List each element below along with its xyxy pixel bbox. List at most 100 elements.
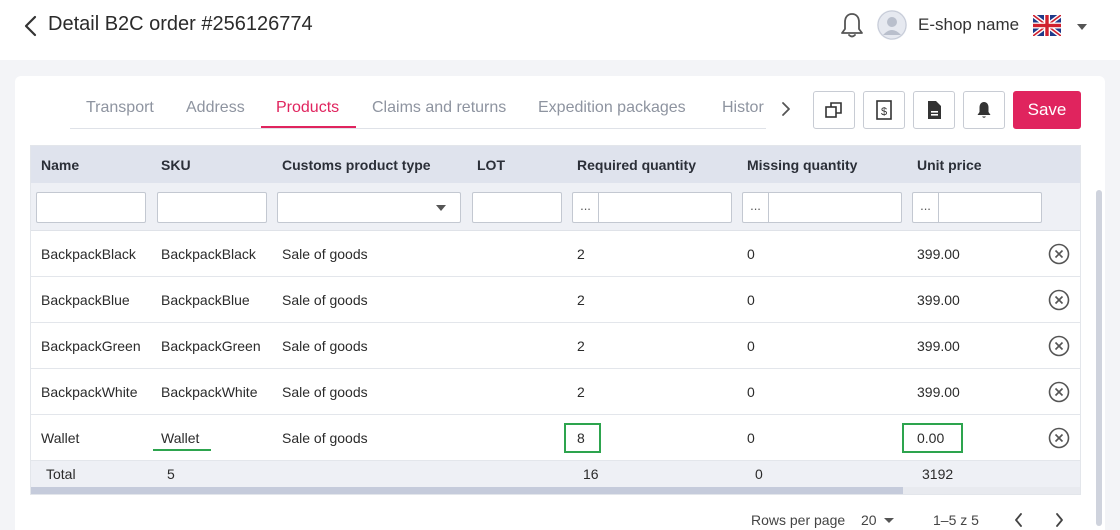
remove-row-icon[interactable] xyxy=(1048,381,1070,403)
cell-name: BackpackBlue xyxy=(41,292,130,308)
table-row: BackpackBlack BackpackBlack Sale of good… xyxy=(31,231,1080,277)
page-title: Detail B2C order #256126774 xyxy=(48,13,313,35)
tab-products[interactable]: Products xyxy=(276,99,339,117)
language-dropdown-chevron-icon[interactable] xyxy=(1077,24,1087,30)
chevron-down-icon xyxy=(436,205,446,211)
active-tab-indicator xyxy=(261,126,356,128)
filter-operator-button[interactable]: ... xyxy=(913,193,939,222)
cell-unit-price[interactable]: 399.00 xyxy=(917,384,960,400)
cell-sku: BackpackWhite xyxy=(161,384,258,400)
table-row: BackpackBlue BackpackBlue Sale of goods … xyxy=(31,277,1080,323)
top-bar: Detail B2C order #256126774 E-shop name xyxy=(0,0,1120,60)
cell-required-quantity[interactable]: 2 xyxy=(577,246,585,262)
customs-type-filter-select[interactable] xyxy=(277,192,461,223)
bell-icon xyxy=(977,102,991,118)
tabs-scroll-right-icon[interactable] xyxy=(778,98,794,120)
table-row: BackpackWhite BackpackWhite Sale of good… xyxy=(31,369,1080,415)
rows-per-page-label: Rows per page xyxy=(751,512,846,528)
column-header-unit-price[interactable]: Unit price xyxy=(917,157,982,173)
required-quantity-filter[interactable]: ... xyxy=(572,192,732,223)
cell-customs-type: Sale of goods xyxy=(282,292,368,308)
tab-expedition-packages[interactable]: Expedition packages xyxy=(538,99,686,117)
previous-page-icon[interactable] xyxy=(1012,510,1026,530)
total-unit-price: 3192 xyxy=(922,466,954,482)
cell-sku: Wallet xyxy=(161,430,200,446)
cell-sku: BackpackBlue xyxy=(161,292,250,308)
filter-row: ... ... ... xyxy=(31,183,1080,231)
table-header: Name SKU Customs product type LOT Requir… xyxy=(31,146,1080,183)
cell-required-quantity[interactable]: 8 xyxy=(577,430,585,446)
horizontal-scrollbar[interactable] xyxy=(31,487,1080,494)
copy-button[interactable] xyxy=(813,91,855,129)
column-header-required-quantity[interactable]: Required quantity xyxy=(577,157,696,173)
remove-row-icon[interactable] xyxy=(1048,335,1070,357)
document-button[interactable] xyxy=(913,91,955,129)
notification-bell-icon[interactable] xyxy=(838,10,866,40)
tab-history[interactable]: Histor xyxy=(722,99,764,117)
cell-required-quantity[interactable]: 2 xyxy=(577,384,585,400)
products-table: Name SKU Customs product type LOT Requir… xyxy=(30,145,1081,495)
total-row: Total 5 16 0 3192 xyxy=(31,461,1080,487)
tab-address[interactable]: Address xyxy=(186,99,245,117)
lot-filter-input[interactable] xyxy=(472,192,562,223)
vertical-scrollbar[interactable] xyxy=(1096,190,1102,526)
user-icon xyxy=(877,10,907,40)
column-header-customs-type[interactable]: Customs product type xyxy=(282,157,431,173)
column-header-missing-quantity[interactable]: Missing quantity xyxy=(747,157,857,173)
pagination-range: 1–5 z 5 xyxy=(933,512,979,528)
notify-button[interactable] xyxy=(963,91,1005,129)
back-arrow-icon[interactable] xyxy=(20,12,42,40)
column-header-name[interactable]: Name xyxy=(41,157,79,173)
cell-missing-quantity: 0 xyxy=(747,384,755,400)
missing-quantity-filter[interactable]: ... xyxy=(742,192,902,223)
invoice-button[interactable]: $ xyxy=(863,91,905,129)
table-row: BackpackGreen BackpackGreen Sale of good… xyxy=(31,323,1080,369)
cell-customs-type: Sale of goods xyxy=(282,430,368,446)
column-header-sku[interactable]: SKU xyxy=(161,157,191,173)
tab-bar: Transport Address Products Claims and re… xyxy=(70,88,766,129)
horizontal-scrollbar-thumb[interactable] xyxy=(31,487,903,494)
filter-operator-button[interactable]: ... xyxy=(743,193,769,222)
total-missing-quantity: 0 xyxy=(755,466,763,482)
remove-row-icon[interactable] xyxy=(1048,427,1070,449)
unit-price-filter[interactable]: ... xyxy=(912,192,1042,223)
name-filter-input[interactable] xyxy=(36,192,146,223)
remove-row-icon[interactable] xyxy=(1048,243,1070,265)
save-button[interactable]: Save xyxy=(1013,91,1081,129)
cell-missing-quantity: 0 xyxy=(747,292,755,308)
cell-name: Wallet xyxy=(41,430,80,446)
cell-unit-price[interactable]: 399.00 xyxy=(917,292,960,308)
cell-customs-type: Sale of goods xyxy=(282,246,368,262)
remove-row-icon[interactable] xyxy=(1048,289,1070,311)
sku-highlight-underline xyxy=(153,449,211,451)
rows-per-page-select[interactable]: 20 xyxy=(861,512,877,528)
column-header-lot[interactable]: LOT xyxy=(477,157,505,173)
cell-customs-type: Sale of goods xyxy=(282,338,368,354)
filter-operator-button[interactable]: ... xyxy=(573,193,599,222)
copy-icon xyxy=(825,102,842,118)
tab-claims-and-returns[interactable]: Claims and returns xyxy=(372,99,506,117)
invoice-dollar-icon: $ xyxy=(876,100,892,120)
total-label: Total xyxy=(46,466,76,482)
cell-name: BackpackWhite xyxy=(41,384,138,400)
avatar[interactable] xyxy=(877,10,907,40)
cell-unit-price[interactable]: 399.00 xyxy=(917,338,960,354)
sku-filter-input[interactable] xyxy=(157,192,267,223)
shop-name[interactable]: E-shop name xyxy=(918,15,1019,35)
tab-transport[interactable]: Transport xyxy=(86,99,154,117)
cell-name: BackpackBlack xyxy=(41,246,136,262)
svg-text:$: $ xyxy=(881,106,887,118)
cell-required-quantity[interactable]: 2 xyxy=(577,292,585,308)
cell-required-quantity[interactable]: 2 xyxy=(577,338,585,354)
cell-unit-price[interactable]: 399.00 xyxy=(917,246,960,262)
document-icon xyxy=(928,101,941,119)
total-sku-count: 5 xyxy=(167,466,175,482)
cell-unit-price[interactable]: 0.00 xyxy=(917,430,944,446)
cell-missing-quantity: 0 xyxy=(747,246,755,262)
chevron-down-icon[interactable] xyxy=(884,518,894,523)
next-page-icon[interactable] xyxy=(1052,510,1066,530)
cell-sku: BackpackGreen xyxy=(161,338,261,354)
cell-name: BackpackGreen xyxy=(41,338,141,354)
uk-flag-icon[interactable] xyxy=(1033,15,1061,36)
cell-customs-type: Sale of goods xyxy=(282,384,368,400)
